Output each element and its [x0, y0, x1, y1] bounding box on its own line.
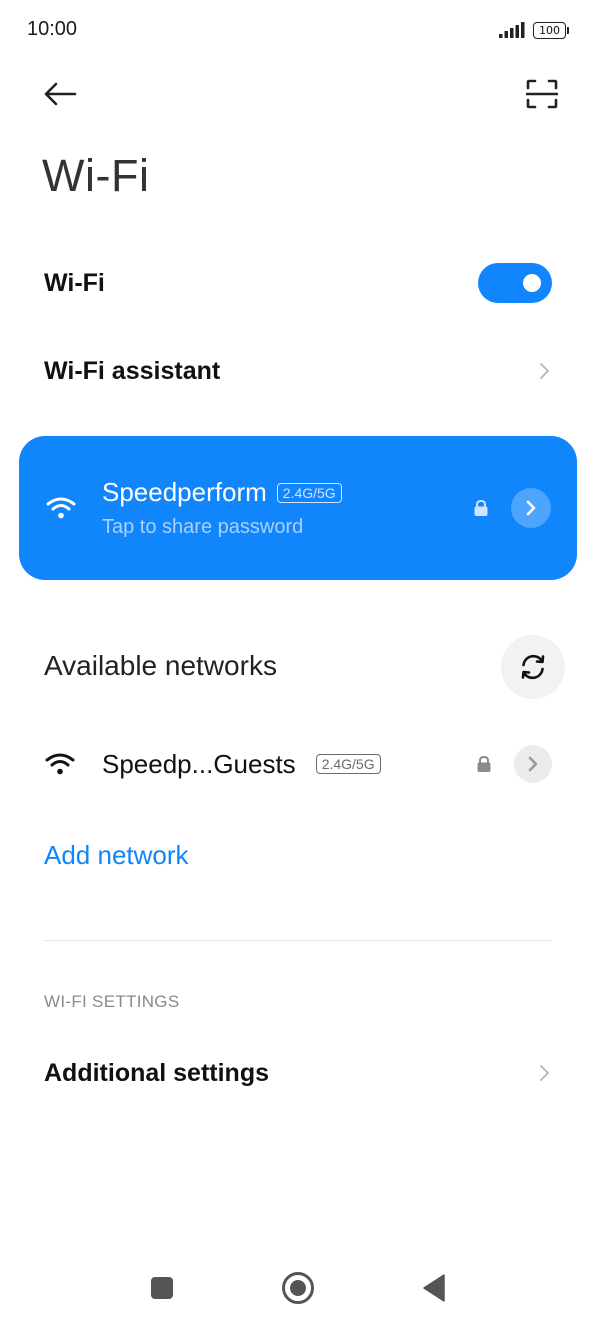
- lock-icon: [474, 499, 488, 516]
- network-ssid: Speedp...Guests: [102, 748, 296, 779]
- wifi-toggle-row[interactable]: Wi-Fi: [0, 258, 596, 308]
- back-arrow-icon: [44, 82, 77, 106]
- recents-square-icon: [151, 1277, 173, 1299]
- divider: [44, 940, 552, 941]
- signal-icon: [499, 22, 525, 38]
- available-networks-title: Available networks: [44, 650, 277, 681]
- additional-settings-label: Additional settings: [44, 1058, 269, 1087]
- wifi-assistant-label: Wi-Fi assistant: [44, 356, 221, 385]
- wifi-icon: [46, 497, 76, 519]
- wifi-assistant-row[interactable]: Wi-Fi assistant: [0, 346, 596, 396]
- connected-network-details-button[interactable]: [511, 488, 551, 528]
- battery-icon: 100: [533, 21, 569, 39]
- network-details-button[interactable]: [514, 745, 552, 783]
- add-network-link[interactable]: Add network: [44, 840, 189, 871]
- back-button[interactable]: [36, 72, 84, 116]
- wifi-toggle[interactable]: [478, 263, 552, 303]
- connected-network-card[interactable]: Speedperform 2.4G/5G Tap to share passwo…: [19, 436, 577, 580]
- share-password-hint: Tap to share password: [102, 516, 304, 538]
- qr-scan-icon: [526, 79, 558, 109]
- chevron-right-icon: [540, 363, 549, 379]
- connected-ssid: Speedperform: [102, 477, 267, 507]
- back-triangle-icon: [423, 1274, 445, 1302]
- page-title: Wi-Fi: [42, 150, 150, 201]
- toggle-knob: [523, 274, 541, 292]
- recents-button[interactable]: [142, 1268, 182, 1308]
- wifi-icon: [45, 753, 75, 775]
- wifi-settings-header: WI-FI SETTINGS: [44, 992, 180, 1011]
- wifi-label: Wi-Fi: [44, 268, 105, 297]
- network-list-item[interactable]: Speedp...Guests 2.4G/5G: [0, 740, 596, 788]
- status-time: 10:00: [27, 18, 78, 40]
- status-icons: 100: [499, 20, 569, 40]
- additional-settings-row[interactable]: Additional settings: [0, 1048, 596, 1098]
- refresh-button[interactable]: [501, 635, 565, 699]
- battery-level: 100: [539, 23, 560, 37]
- band-badge: 2.4G/5G: [315, 754, 381, 774]
- home-circle-icon: [282, 1272, 314, 1304]
- lock-icon: [477, 755, 491, 772]
- refresh-icon: [521, 654, 545, 680]
- chevron-right-icon: [540, 1065, 549, 1081]
- chevron-right-icon: [526, 500, 536, 516]
- connected-network-info: Speedperform 2.4G/5G Tap to share passwo…: [102, 477, 342, 539]
- home-button[interactable]: [278, 1268, 318, 1308]
- chevron-right-icon: [528, 756, 538, 772]
- nav-back-button[interactable]: [414, 1268, 454, 1308]
- scan-button[interactable]: [520, 72, 564, 116]
- band-badge: 2.4G/5G: [276, 482, 342, 503]
